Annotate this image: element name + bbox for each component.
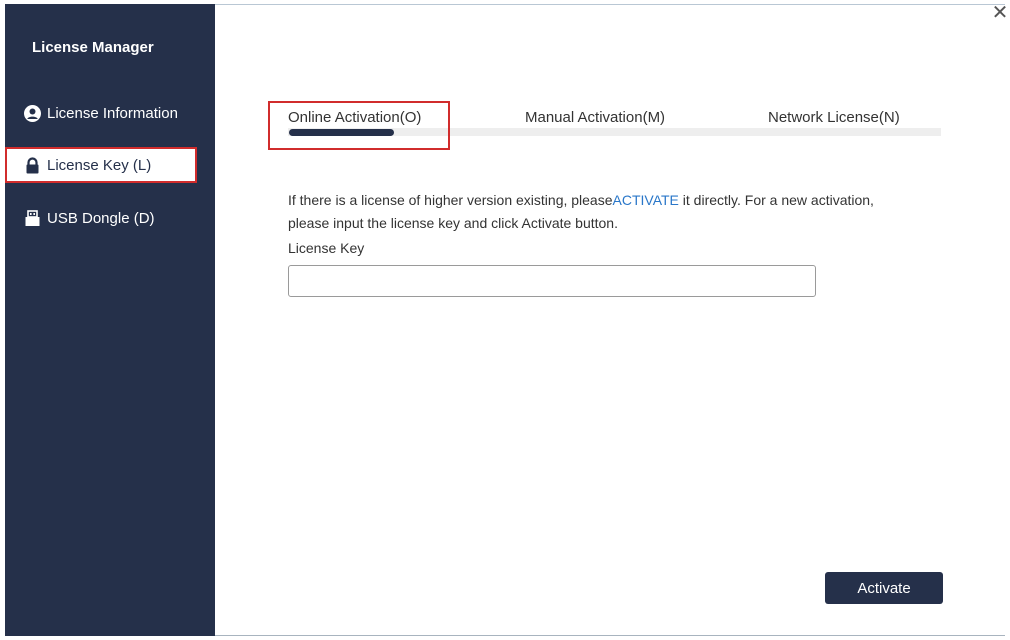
tab-manual-activation[interactable]: Manual Activation(M) — [525, 109, 665, 126]
lock-icon — [24, 156, 41, 174]
activate-link[interactable]: ACTIVATE — [613, 192, 679, 208]
sidebar-item-usb-dongle[interactable]: USB Dongle (D) — [5, 200, 197, 236]
sidebar-item-label: License Information — [47, 104, 178, 122]
app-title: License Manager — [32, 39, 154, 56]
user-circle-icon — [24, 104, 41, 122]
close-icon[interactable]: ✕ — [990, 3, 1010, 24]
usb-dongle-icon — [24, 209, 41, 227]
sidebar-item-label: USB Dongle (D) — [47, 209, 155, 227]
tab-network-license[interactable]: Network License(N) — [768, 109, 900, 126]
license-key-label: License Key — [288, 240, 365, 256]
sidebar-item-license-information[interactable]: License Information — [5, 95, 197, 131]
tab-highlight-box — [268, 101, 450, 150]
activation-description: If there is a license of higher version … — [288, 189, 888, 235]
license-manager-window: License Manager License Information Lice… — [0, 0, 1010, 640]
sidebar-item-label: License Key (L) — [47, 156, 152, 174]
sidebar-item-license-key[interactable]: License Key (L) — [5, 147, 197, 183]
activate-button[interactable]: Activate — [825, 572, 943, 604]
description-text: If there is a license of higher version … — [288, 192, 613, 208]
license-key-input[interactable] — [288, 265, 816, 297]
